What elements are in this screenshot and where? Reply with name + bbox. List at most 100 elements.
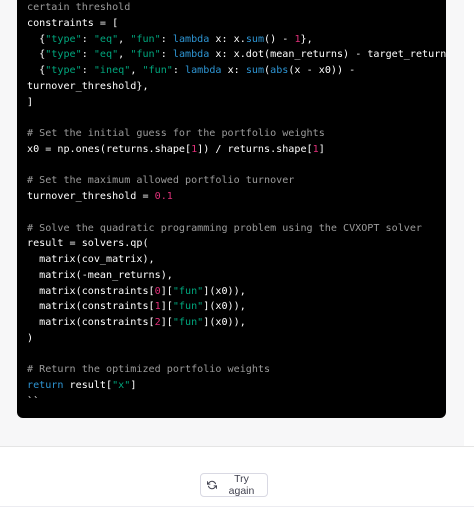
code-token: ]) / returns.shape[: [197, 143, 313, 155]
code-token: # Solve the quadratic programming proble…: [27, 222, 423, 234]
code-line: ): [27, 331, 446, 347]
code-token: :: [81, 33, 94, 45]
code-token: ][: [160, 317, 173, 328]
code-line: turnover_threshold = 0.1: [27, 189, 446, 205]
code-token: "fun": [172, 285, 204, 297]
code-line: certain threshold: [27, 0, 446, 16]
code-token: x0 = np.ones(returns.shape[: [27, 143, 192, 155]
code-line: x0 = np.ones(returns.shape[1]) / returns…: [27, 142, 446, 158]
code-token: ,: [130, 65, 143, 76]
code-token: ``: [27, 395, 40, 407]
code-line: matrix(-mean_returns),: [27, 268, 446, 284]
code-token: result = solvers.qp(: [27, 238, 149, 250]
code-token: "x": [112, 380, 131, 391]
code-token: matrix(constraints[: [27, 317, 155, 328]
code-line: result = solvers.qp(: [27, 236, 446, 252]
code-token: certain threshold: [27, 2, 131, 13]
code-token: "type": [45, 49, 82, 61]
code-token: matrix(cov_matrix),: [27, 254, 155, 265]
code-token: {: [27, 33, 46, 45]
code-token: },: [300, 33, 313, 45]
code-token: matrix(-mean_returns),: [27, 269, 173, 281]
code-token: "ineq": [93, 65, 131, 76]
code-line: return result["x"]: [27, 378, 446, 394]
code-token: () -: [264, 33, 295, 45]
code-token: turnover_threshold =: [27, 191, 155, 202]
code-line: matrix(constraints[2]["fun"](x0)),: [27, 315, 446, 331]
code-token: :: [81, 65, 94, 76]
code-token: # Return the optimized portfolio weights: [27, 364, 271, 376]
code-token: ][: [160, 285, 173, 297]
try-again-button[interactable]: Try again: [200, 473, 268, 497]
code-line: # Solve the quadratic programming proble…: [27, 221, 446, 237]
code-line: {"type": "eq", "fun": lambda x: x.dot(me…: [27, 47, 446, 63]
code-token: :: [160, 33, 173, 45]
code-token: ]: [27, 96, 34, 108]
code-line: # Set the initial guess for the portfoli…: [27, 126, 446, 142]
code-token: ][: [160, 301, 173, 313]
code-token: x:: [221, 65, 246, 76]
code-token: ]: [130, 380, 137, 391]
code-token: {: [27, 49, 46, 61]
refresh-icon: [207, 480, 217, 490]
code-token: lambda: [172, 33, 210, 45]
code-line: matrix(constraints[0]["fun"](x0)),: [27, 284, 446, 300]
code-token: "eq": [93, 49, 119, 61]
code-token: :: [81, 49, 94, 61]
code-token: ](x0)),: [203, 285, 246, 297]
code-token: "fun": [172, 301, 204, 313]
code-token: constraints = [: [27, 17, 119, 29]
code-token: ): [27, 332, 34, 344]
code-token: matrix(constraints[: [27, 301, 155, 313]
code-block: certain threshold constraints = [ {"type"…: [17, 0, 446, 418]
code-token: lambda: [172, 49, 210, 61]
code-token: ]: [318, 143, 325, 155]
code-token: # Set the maximum allowed portfolio turn…: [27, 175, 295, 187]
code-token: x: x.: [209, 33, 246, 45]
code-token: abs: [270, 65, 289, 76]
code-token: sum: [245, 33, 265, 45]
code-token: "fun": [130, 49, 161, 61]
code-token: ,: [118, 33, 131, 45]
code-token: "fun": [130, 33, 161, 45]
code-token: # Set the initial guess for the portfoli…: [27, 128, 325, 139]
try-again-label: Try again: [228, 473, 255, 497]
code-token: "fun": [142, 65, 173, 76]
code-line: ``: [27, 394, 446, 410]
code-line: matrix(cov_matrix),: [27, 252, 446, 268]
code-token: return: [27, 380, 64, 391]
code-token: sum: [245, 65, 265, 76]
code-token: :: [160, 49, 173, 61]
code-line: # Set the maximum allowed portfolio turn…: [27, 173, 446, 189]
code-token: 0.1: [154, 191, 173, 202]
code-token: lambda: [185, 65, 222, 76]
code-token: "type": [45, 33, 82, 45]
code-token: ](x0)),: [203, 301, 246, 313]
bottom-bar: [0, 506, 474, 522]
code-token: result[: [63, 380, 113, 391]
code-token: "eq": [93, 33, 119, 45]
code-token: "fun": [172, 317, 204, 328]
code-token: (x - x0)) -: [288, 65, 356, 76]
code-token: ,: [118, 49, 131, 61]
code-token: turnover_threshold},: [27, 80, 149, 92]
code-token: matrix(constraints[: [27, 285, 155, 297]
code-content: certain threshold constraints = [ {"type"…: [27, 0, 446, 410]
scrollbar-track[interactable]: [464, 0, 474, 446]
code-line: ]: [27, 95, 446, 111]
code-token: ](x0)),: [203, 317, 246, 328]
code-token: "type": [45, 65, 82, 76]
code-token: :: [172, 65, 186, 76]
code-line: {"type": "ineq", "fun": lambda x: sum(ab…: [27, 63, 446, 79]
code-line: constraints = [: [27, 16, 446, 32]
code-line: {"type": "eq", "fun": lambda x: x.sum() …: [27, 32, 446, 48]
code-line: turnover_threshold},: [27, 79, 446, 95]
code-line: matrix(constraints[1]["fun"](x0)),: [27, 299, 446, 315]
code-token: {: [27, 65, 46, 76]
code-line: # Return the optimized portfolio weights: [27, 362, 446, 378]
code-token: x: x.dot(mean_returns) - target_return},: [209, 49, 446, 61]
